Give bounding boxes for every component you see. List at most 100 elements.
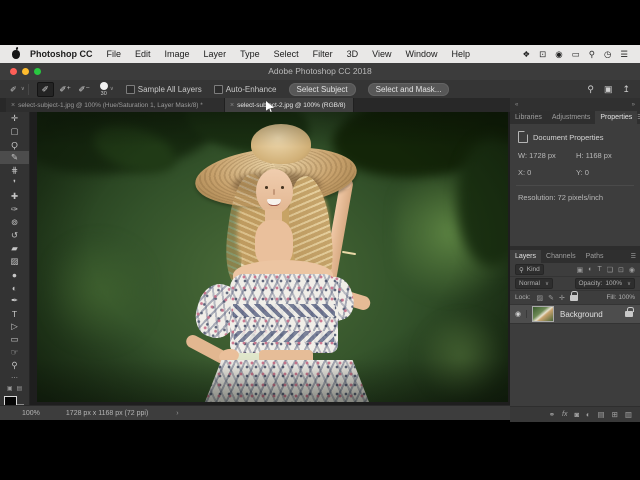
edit-toolbar-button[interactable]: ⋯ [0, 372, 29, 383]
menu-filter[interactable]: Filter [313, 49, 333, 59]
eyedropper-tool[interactable]: ❜ [0, 177, 29, 190]
fill-control[interactable]: Fill: 100% [606, 294, 635, 301]
smart-object-filter-icon[interactable]: ⊡ [618, 266, 624, 274]
add-mask-icon[interactable]: ◙ [574, 410, 579, 419]
expand-panels-icon[interactable]: » [632, 102, 635, 108]
opacity-control[interactable]: Opacity: 100% ∨ [575, 278, 636, 289]
filter-toggle-icon[interactable]: ◉ [629, 266, 635, 274]
menu-view[interactable]: View [372, 49, 391, 59]
lock-transparency-icon[interactable]: ▨ [537, 294, 544, 302]
adjustment-filter-icon[interactable]: ◐ [588, 266, 592, 273]
tab-properties[interactable]: Properties [595, 111, 637, 124]
layer-thumbnail[interactable] [532, 306, 554, 322]
healing-brush-tool[interactable]: ✚ [0, 190, 29, 203]
tab-libraries[interactable]: Libraries [510, 111, 547, 124]
chevron-down-icon[interactable]: ∨ [110, 86, 114, 92]
sample-all-layers-checkbox[interactable]: Sample All Layers [126, 85, 202, 94]
lock-all-icon[interactable] [570, 295, 578, 301]
dropbox-icon[interactable]: ❖ [523, 49, 531, 60]
menu-type[interactable]: Type [240, 49, 260, 59]
lasso-tool[interactable]: Ϙ [0, 138, 29, 151]
camera-icon[interactable]: ⊡ [539, 49, 546, 60]
brush-tool[interactable]: ✑ [0, 203, 29, 216]
subtract-from-selection-button[interactable]: ✐⁻ [77, 83, 92, 96]
zoom-level-field[interactable]: 100% [22, 410, 40, 417]
close-icon[interactable]: × [11, 102, 15, 109]
delete-layer-icon[interactable]: ▥ [625, 410, 632, 419]
search-icon[interactable]: ⚲ [587, 84, 594, 95]
type-tool[interactable]: T [0, 307, 29, 320]
rectangle-tool[interactable]: ▭ [0, 333, 29, 346]
photo-chevron-band [233, 304, 335, 317]
tab-select-subject-1[interactable]: × select-subject-1.jpg @ 100% (Hue/Satur… [6, 98, 225, 112]
menu-file[interactable]: File [107, 49, 122, 59]
share-icon[interactable]: ↥ [622, 84, 630, 95]
clone-stamp-tool[interactable]: ⊚ [0, 216, 29, 229]
lock-pixels-icon[interactable]: ✎ [548, 294, 554, 302]
tab-layers[interactable]: Layers [510, 250, 541, 263]
workspace-switcher-icon[interactable]: ▣ [604, 84, 613, 95]
apple-menu-icon[interactable] [12, 50, 20, 59]
tab-select-subject-2[interactable]: × select-subject-2.jpg @ 100% (RGB/8) [225, 98, 354, 112]
eraser-tool[interactable]: ▰ [0, 242, 29, 255]
menu-layer[interactable]: Layer [204, 49, 227, 59]
new-selection-button[interactable]: ✐ [37, 82, 54, 97]
marquee-tool[interactable]: ▢ [0, 125, 29, 138]
blur-tool[interactable]: ● [0, 268, 29, 281]
quick-selection-tool[interactable]: ✎ [0, 151, 29, 164]
hand-tool[interactable]: ☞ [0, 346, 29, 359]
lock-position-icon[interactable]: ✛ [559, 294, 565, 302]
path-selection-tool[interactable]: ▷ [0, 320, 29, 333]
zoom-tool[interactable]: ⚲ [0, 359, 29, 372]
document-canvas[interactable] [30, 112, 510, 405]
add-to-selection-button[interactable]: ✐⁺ [58, 83, 73, 96]
select-subject-button[interactable]: Select Subject [289, 83, 356, 96]
blend-mode-dropdown[interactable]: Normal ∨ [515, 278, 553, 289]
link-layers-icon[interactable]: ⚭ [549, 410, 555, 419]
tool-preset-picker[interactable]: ✐ ∨ [7, 84, 29, 95]
layer-row-background[interactable]: ◉ Background [510, 305, 640, 324]
history-brush-tool[interactable]: ↺ [0, 229, 29, 242]
filter-kind-dropdown[interactable]: ⚲ Kind [515, 264, 544, 275]
close-icon[interactable]: × [230, 102, 234, 109]
move-tool[interactable]: ✛ [0, 112, 29, 125]
clock-icon[interactable]: ◷ [604, 49, 611, 60]
type-filter-icon[interactable]: T [597, 266, 601, 273]
panel-menu-icon[interactable]: ☰ [631, 250, 640, 263]
layer-visibility-eye-icon[interactable]: ◉ [510, 310, 527, 318]
brush-size-picker[interactable]: 30 [100, 82, 108, 96]
crop-tool[interactable]: ⋕ [0, 164, 29, 177]
display-icon[interactable]: ▭ [572, 49, 580, 60]
menu-3d[interactable]: 3D [347, 49, 359, 59]
menu-list-icon[interactable]: ☰ [620, 49, 628, 60]
tab-adjustments[interactable]: Adjustments [547, 111, 596, 124]
quick-mask-icon[interactable]: ▣ [7, 385, 13, 392]
record-icon[interactable]: ◉ [555, 49, 562, 60]
menu-window[interactable]: Window [405, 49, 437, 59]
auto-enhance-checkbox[interactable]: Auto-Enhance [214, 85, 277, 94]
spotlight-icon[interactable]: ⚲ [589, 49, 595, 60]
menu-edit[interactable]: Edit [135, 49, 151, 59]
menu-select[interactable]: Select [274, 49, 299, 59]
lock-icons: ▨ ✎ ✛ [537, 294, 578, 302]
menu-image[interactable]: Image [165, 49, 190, 59]
status-chevron-icon[interactable]: › [176, 410, 178, 417]
screen-mode-icon[interactable]: ▤ [17, 385, 23, 392]
shape-filter-icon[interactable]: ❏ [607, 266, 613, 274]
tab-channels[interactable]: Channels [541, 250, 581, 263]
pen-tool[interactable]: ✒ [0, 294, 29, 307]
menu-help[interactable]: Help [451, 49, 470, 59]
height-value: H: 1168 px [576, 151, 634, 160]
layer-name: Background [560, 310, 603, 319]
gradient-tool[interactable]: ▨ [0, 255, 29, 268]
collapse-panels-icon[interactable]: « [515, 102, 518, 108]
dodge-tool[interactable]: ◐ [0, 281, 29, 294]
pixel-layer-filter-icon[interactable]: ▣ [577, 266, 584, 274]
new-layer-icon[interactable]: ⊞ [612, 410, 618, 419]
menu-photoshop[interactable]: Photoshop CC [30, 49, 93, 59]
layer-effects-icon[interactable]: fx [562, 411, 567, 418]
tab-paths[interactable]: Paths [581, 250, 609, 263]
new-group-icon[interactable]: ▤ [598, 410, 605, 419]
adjustment-layer-icon[interactable]: ◐ [586, 410, 591, 419]
select-and-mask-button[interactable]: Select and Mask... [368, 83, 450, 96]
